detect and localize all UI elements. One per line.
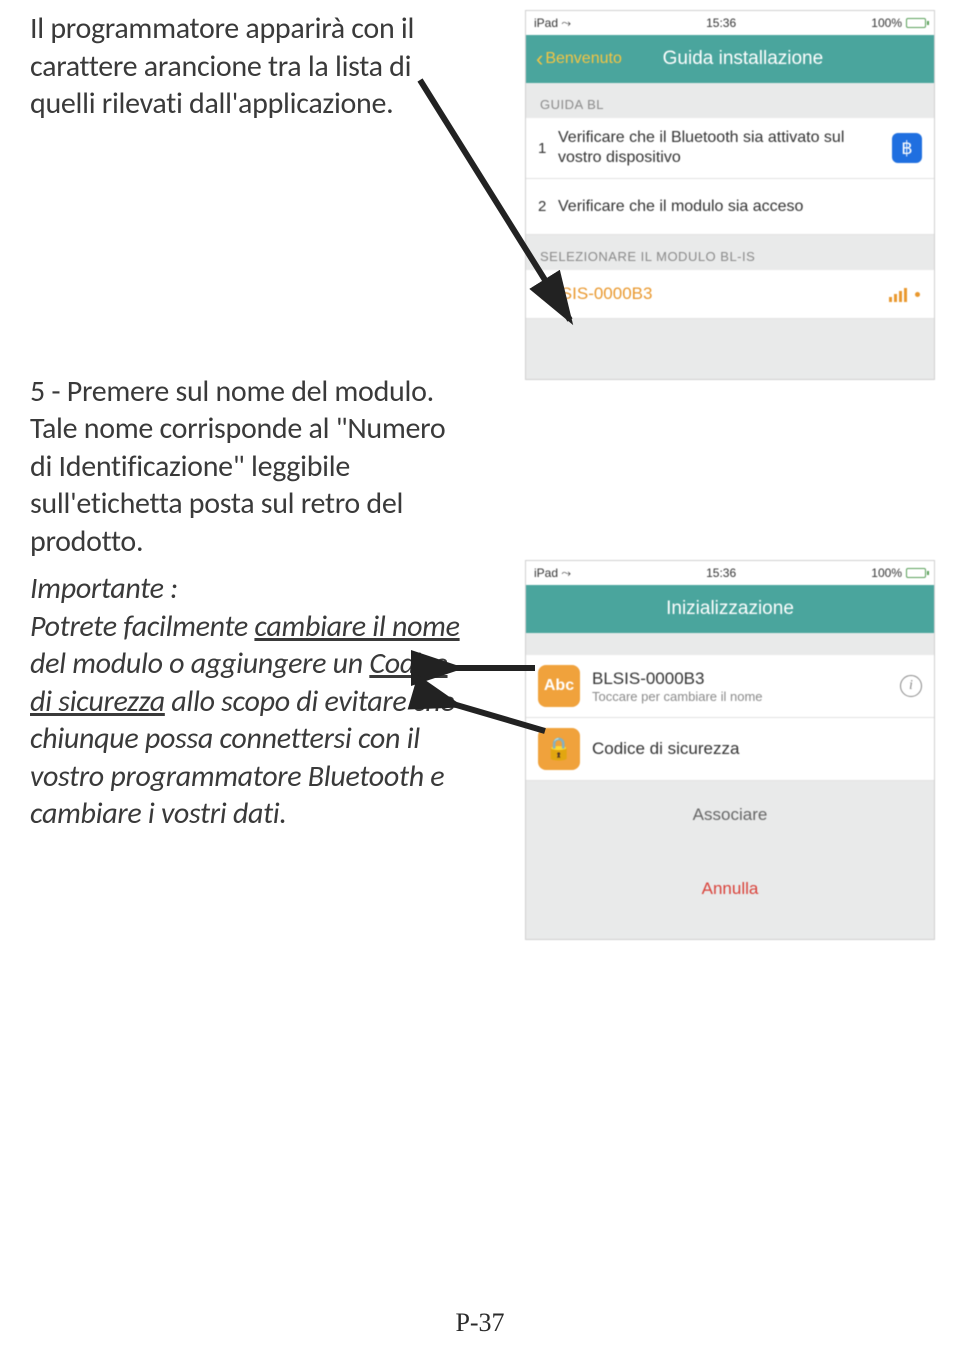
associate-button[interactable]: Associare <box>526 781 934 831</box>
status-time: 15:36 <box>706 566 736 580</box>
security-code-label: Codice di sicurezza <box>592 739 922 759</box>
status-carrier: iPad ⤳ <box>534 16 571 31</box>
screen-title: Guida installazione <box>562 48 924 70</box>
status-carrier: iPad ⤳ <box>534 566 571 581</box>
doc-paragraph-2: 5 - Premere sul nome del modulo. Tale no… <box>30 373 470 561</box>
arrow-to-module <box>420 80 620 365</box>
status-batt-pct: 100% <box>871 566 902 580</box>
importante-text: Potrete facilmente cambiare il nome del … <box>30 608 460 833</box>
module-name: BLSIS-0000B3 <box>592 669 900 689</box>
arrow-to-security <box>445 696 555 751</box>
chevron-left-icon: ‹ <box>536 46 543 72</box>
doc-paragraph-1: Il programmatore apparirà con il caratte… <box>30 10 470 123</box>
nav-bar: Inizializzazione <box>526 585 934 633</box>
doc-paragraph-importante: Importante : Potrete facilmente cambiare… <box>30 570 470 833</box>
rename-row[interactable]: Abc BLSIS-0000B3 Toccare per cambiare il… <box>526 655 934 718</box>
status-bar: iPad ⤳ 15:36 100% <box>526 11 934 35</box>
module-sub: Toccare per cambiare il nome <box>592 689 900 704</box>
battery-icon <box>906 18 926 28</box>
phone-screenshot-init: iPad ⤳ 15:36 100% Inizializzazione Abc B… <box>525 560 935 940</box>
nav-bar: ‹ Benvenuto Guida installazione <box>526 35 934 83</box>
wifi-icon: ⤳ <box>561 16 571 30</box>
page-number: P-37 <box>0 1308 960 1338</box>
battery-icon <box>906 568 926 578</box>
status-batt-pct: 100% <box>871 16 902 30</box>
screen-title: Inizializzazione <box>536 598 924 620</box>
security-code-row[interactable]: 🔒 Codice di sicurezza <box>526 718 934 781</box>
bluetooth-icon: ฿ <box>892 133 922 163</box>
info-icon[interactable]: i <box>900 675 922 697</box>
signal-icon <box>889 286 920 302</box>
status-bar: iPad ⤳ 15:36 100% <box>526 561 934 585</box>
arrow-to-rename <box>445 658 545 683</box>
wifi-icon: ⤳ <box>561 566 571 580</box>
importante-label: Importante : <box>30 570 178 607</box>
cancel-button[interactable]: Annulla <box>526 861 934 917</box>
status-time: 15:36 <box>706 16 736 30</box>
